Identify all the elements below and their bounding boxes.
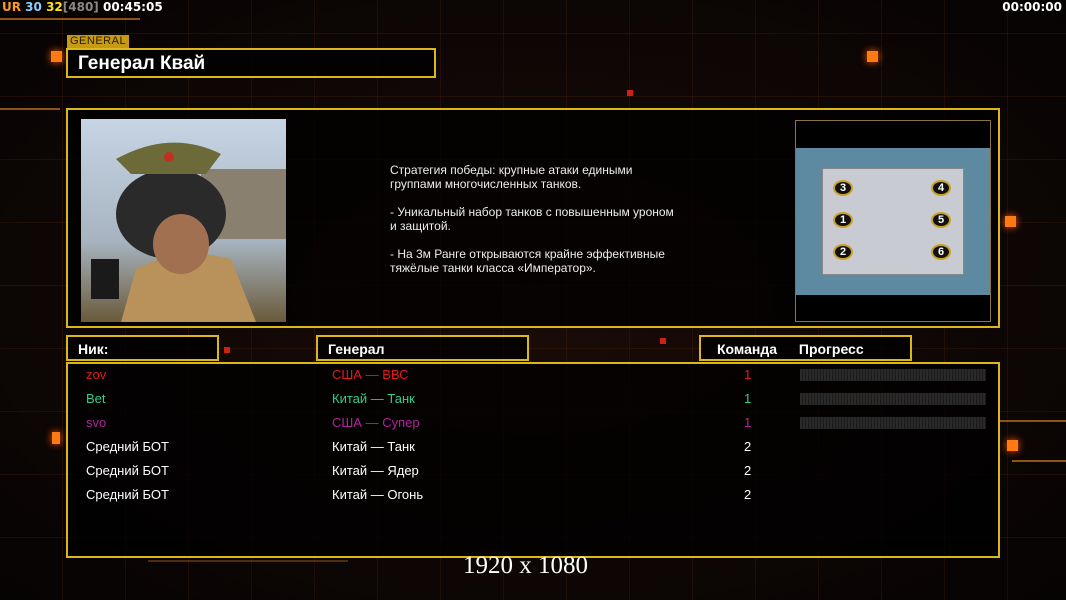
- player-team: 2: [744, 487, 752, 502]
- player-row: Средний БОТ Китай — Танк 2: [68, 436, 998, 460]
- player-general: Китай — Огонь: [332, 487, 424, 502]
- decor-square: [1005, 216, 1016, 227]
- header-team: Команда: [717, 341, 777, 357]
- hud-right-time: 00:00:00: [1002, 0, 1062, 14]
- player-row: svo США — Супер 1: [68, 412, 998, 436]
- player-row: Средний БОТ Китай — Ядер 2: [68, 460, 998, 484]
- map-preview: 3 4 1 5 2 6: [795, 120, 991, 322]
- decor-square: [224, 347, 230, 353]
- start-slot: 3: [833, 180, 853, 196]
- progress-bar: [800, 369, 986, 381]
- player-nick: Средний БОТ: [86, 463, 169, 478]
- decor-square: [51, 51, 62, 62]
- general-portrait: [81, 119, 286, 322]
- decor-square: [1007, 440, 1018, 451]
- header-general: Генерал: [316, 335, 529, 361]
- player-row: Средний БОТ Китай — Огонь 2: [68, 484, 998, 508]
- player-nick: Bet: [86, 391, 106, 406]
- player-nick: Средний БОТ: [86, 439, 169, 454]
- general-description: Стратегия победы: крупные атаки едиными …: [390, 163, 674, 275]
- start-slot: 2: [833, 244, 853, 260]
- divider: [0, 108, 60, 110]
- divider: [1012, 460, 1066, 462]
- divider: [0, 18, 140, 20]
- general-tag: GENERAL: [67, 35, 130, 48]
- general-name: Генерал Квай: [66, 48, 436, 78]
- player-team: 1: [744, 391, 752, 406]
- player-team: 1: [744, 415, 752, 430]
- player-general: Китай — Танк: [332, 391, 415, 406]
- map-floor: 3 4 1 5 2 6: [822, 168, 964, 275]
- hud-n1: 30: [25, 0, 42, 14]
- start-slot: 6: [931, 244, 951, 260]
- hud-ur: UR: [2, 0, 21, 14]
- progress-bar: [800, 417, 986, 429]
- header-team-progress: Команда Прогресс: [699, 335, 912, 361]
- player-nick: Средний БОТ: [86, 487, 169, 502]
- map-image: 3 4 1 5 2 6: [796, 148, 990, 295]
- start-slot: 4: [931, 180, 951, 196]
- player-list: zov США — ВВС 1 Bet Китай — Танк 1 svo США…: [66, 362, 1000, 558]
- header-nick: Ник:: [66, 335, 219, 361]
- decor-square: [52, 432, 60, 444]
- resolution-label: 1920 x 1080: [463, 552, 588, 579]
- general-portrait-image: [91, 142, 286, 322]
- divider: [148, 560, 348, 562]
- player-nick: zov: [86, 367, 107, 382]
- start-slot: 1: [833, 212, 853, 228]
- player-team: 2: [744, 463, 752, 478]
- player-general: США — Супер: [332, 415, 420, 430]
- hud-n3: [480]: [62, 0, 99, 14]
- hud-time: 00:45:05: [102, 0, 163, 14]
- player-row: zov США — ВВС 1: [68, 364, 998, 388]
- player-general: США — ВВС: [332, 367, 409, 382]
- decor-square: [627, 90, 633, 96]
- player-general: Китай — Ядер: [332, 463, 419, 478]
- progress-bar: [800, 393, 986, 405]
- divider: [1000, 420, 1066, 422]
- player-row: Bet Китай — Танк 1: [68, 388, 998, 412]
- general-info-panel: Стратегия победы: крупные атаки едиными …: [66, 108, 1000, 328]
- start-slot: 5: [931, 212, 951, 228]
- player-general: Китай — Танк: [332, 439, 415, 454]
- fps-counter: UR 30 32[480] 00:45:05: [2, 0, 163, 14]
- player-team: 1: [744, 367, 752, 382]
- decor-square: [867, 51, 878, 62]
- player-nick: svo: [86, 415, 107, 430]
- header-progress: Прогресс: [798, 341, 864, 357]
- player-team: 2: [744, 439, 752, 454]
- decor-square: [660, 338, 666, 344]
- hud-n2: 32: [46, 0, 63, 14]
